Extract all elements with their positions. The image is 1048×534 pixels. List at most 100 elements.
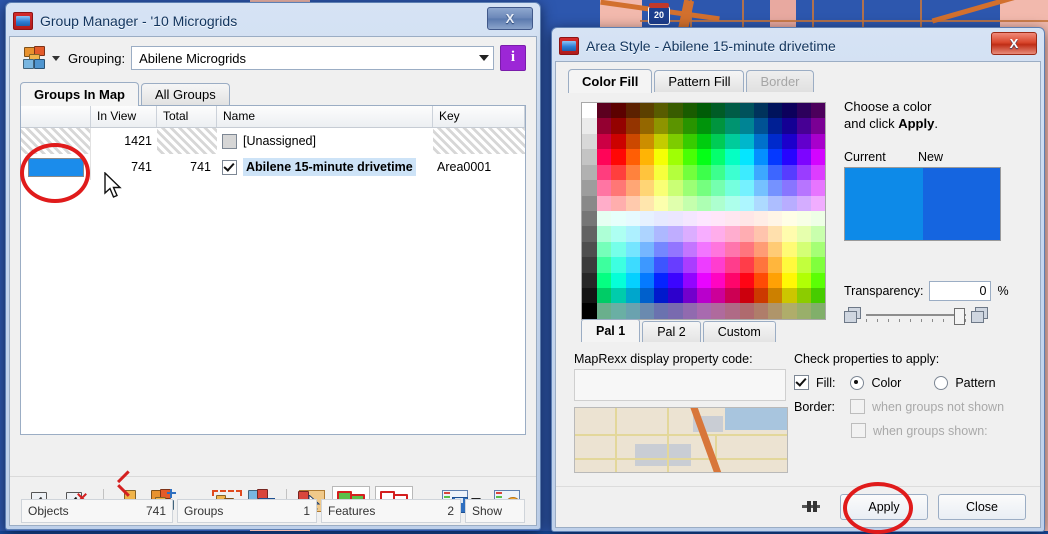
color-swatch[interactable] — [739, 303, 754, 319]
color-swatch[interactable] — [611, 210, 626, 227]
group-manager-titlebar[interactable]: Group Manager - '10 Microgrids X — [9, 6, 537, 36]
color-swatch[interactable] — [753, 149, 768, 165]
fill-checkbox[interactable] — [794, 375, 809, 390]
color-swatch[interactable] — [668, 133, 683, 150]
color-swatch[interactable] — [654, 103, 669, 119]
color-swatch[interactable] — [725, 103, 740, 119]
color-swatch[interactable] — [810, 288, 825, 304]
color-swatch[interactable] — [753, 210, 768, 227]
color-swatch[interactable] — [753, 133, 768, 150]
gray-swatch[interactable] — [582, 226, 597, 242]
color-swatch[interactable] — [782, 257, 797, 273]
color-swatch[interactable] — [782, 226, 797, 242]
color-swatch[interactable] — [654, 195, 669, 211]
color-swatch[interactable] — [696, 210, 711, 227]
color-swatch[interactable] — [625, 195, 640, 211]
gray-swatch[interactable] — [582, 303, 597, 319]
color-swatch[interactable] — [654, 288, 669, 304]
grouping-icon[interactable] — [22, 45, 50, 71]
color-swatch[interactable] — [597, 180, 612, 196]
color-swatch[interactable] — [611, 149, 626, 165]
gray-swatch[interactable] — [582, 272, 597, 289]
color-swatch[interactable] — [725, 303, 740, 319]
color-swatch[interactable] — [796, 103, 811, 119]
color-swatch[interactable] — [768, 241, 783, 258]
color-radio[interactable] — [850, 375, 865, 390]
color-swatch[interactable] — [597, 210, 612, 227]
color-swatch[interactable] — [810, 303, 825, 319]
color-swatch[interactable] — [739, 257, 754, 273]
color-swatch[interactable] — [753, 195, 768, 211]
color-swatch[interactable] — [696, 303, 711, 319]
color-swatch[interactable] — [611, 226, 626, 242]
color-swatch[interactable] — [611, 241, 626, 258]
color-swatch[interactable] — [739, 118, 754, 134]
color-swatch[interactable] — [639, 210, 654, 227]
color-swatch[interactable] — [639, 272, 654, 289]
color-swatch[interactable] — [597, 272, 612, 289]
color-swatch[interactable] — [654, 149, 669, 165]
palette-tab-pal1[interactable]: Pal 1 — [581, 319, 641, 342]
color-swatch[interactable] — [654, 272, 669, 289]
slider-track[interactable] — [866, 308, 966, 325]
color-swatch[interactable] — [639, 195, 654, 211]
color-swatch[interactable] — [597, 241, 612, 258]
color-swatch[interactable] — [739, 210, 754, 227]
color-swatch[interactable] — [682, 272, 697, 289]
color-swatch[interactable] — [725, 257, 740, 273]
tab-pattern-fill[interactable]: Pattern Fill — [654, 70, 745, 92]
color-swatch[interactable] — [711, 257, 726, 273]
color-swatch[interactable] — [625, 149, 640, 165]
gray-swatch[interactable] — [582, 103, 597, 119]
color-swatch[interactable] — [768, 303, 783, 319]
info-button[interactable]: i — [500, 45, 526, 71]
color-swatch[interactable] — [725, 226, 740, 242]
tab-color-fill[interactable]: Color Fill — [568, 69, 653, 93]
color-swatch[interactable] — [796, 303, 811, 319]
color-swatch[interactable] — [711, 180, 726, 196]
color-swatch[interactable] — [682, 210, 697, 227]
color-swatch[interactable] — [696, 241, 711, 258]
table-row[interactable]: 1421 [Unassigned] — [21, 128, 525, 154]
color-swatch[interactable] — [682, 149, 697, 165]
gray-swatch[interactable] — [582, 149, 597, 165]
color-swatch[interactable] — [796, 272, 811, 289]
color-swatch[interactable] — [639, 241, 654, 258]
color-swatch[interactable] — [739, 103, 754, 119]
color-swatch[interactable] — [725, 210, 740, 227]
color-swatch[interactable] — [739, 226, 754, 242]
column-in-view[interactable]: In View — [91, 106, 157, 127]
color-swatch[interactable] — [796, 257, 811, 273]
color-swatch[interactable] — [597, 118, 612, 134]
color-swatch[interactable] — [668, 149, 683, 165]
color-swatch[interactable] — [782, 103, 797, 119]
color-swatch[interactable] — [725, 288, 740, 304]
color-swatch[interactable] — [768, 164, 783, 181]
color-swatch[interactable] — [682, 257, 697, 273]
color-swatch[interactable] — [611, 133, 626, 150]
color-swatch[interactable] — [682, 303, 697, 319]
color-swatch[interactable] — [668, 241, 683, 258]
color-swatch[interactable] — [782, 241, 797, 258]
color-swatch[interactable] — [810, 164, 825, 181]
maprexx-code-input[interactable] — [574, 369, 786, 401]
color-swatch[interactable] — [639, 303, 654, 319]
color-swatch[interactable] — [625, 257, 640, 273]
color-swatch[interactable] — [597, 226, 612, 242]
color-swatch[interactable] — [639, 103, 654, 119]
color-swatch[interactable] — [668, 303, 683, 319]
color-swatch[interactable] — [625, 272, 640, 289]
color-swatch[interactable] — [611, 118, 626, 134]
color-swatch[interactable] — [696, 195, 711, 211]
color-swatch[interactable] — [782, 195, 797, 211]
color-swatch[interactable] — [810, 210, 825, 227]
groups-list[interactable]: In View Total Name Key 1421 [Unassigned] — [20, 105, 526, 435]
color-swatch[interactable] — [682, 180, 697, 196]
color-swatch[interactable] — [768, 195, 783, 211]
color-swatch[interactable] — [639, 180, 654, 196]
row-style-swatch[interactable] — [21, 128, 91, 154]
color-swatch[interactable] — [753, 118, 768, 134]
grayscale-ramp[interactable] — [582, 103, 597, 319]
color-swatch[interactable] — [753, 226, 768, 242]
color-swatch[interactable] — [739, 149, 754, 165]
